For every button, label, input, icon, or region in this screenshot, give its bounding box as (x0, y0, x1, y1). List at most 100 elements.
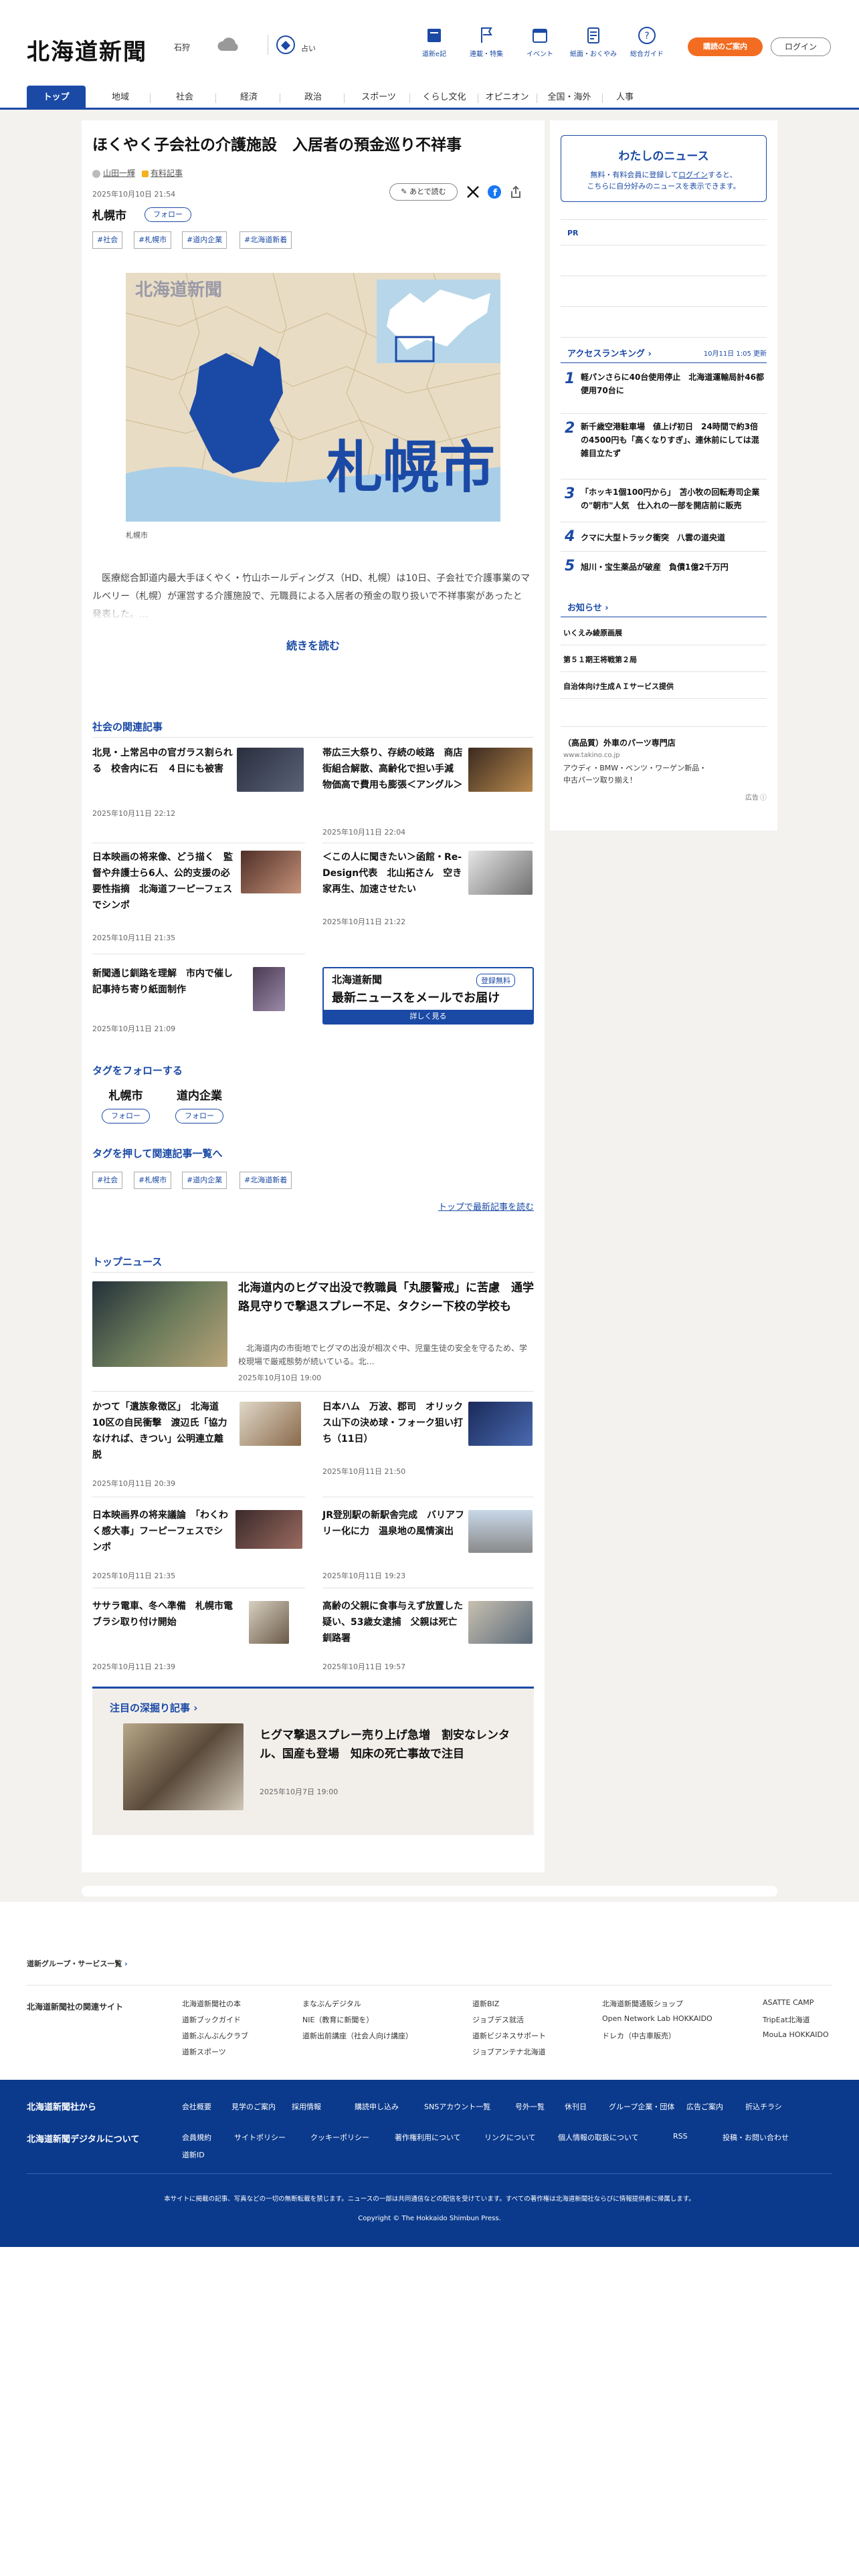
share-icon[interactable] (508, 185, 523, 199)
tag-link[interactable]: #北海道新着 (240, 1172, 292, 1189)
related-thumbnail[interactable] (468, 748, 533, 792)
follow-tag-label[interactable]: 道内企業 (167, 1086, 231, 1103)
related-site-link[interactable]: 道新出前講座（社会人向け講座） (302, 2030, 413, 2041)
footer-link[interactable]: 道新ID (182, 2149, 205, 2160)
related-thumbnail[interactable] (237, 748, 304, 792)
related-site-link[interactable]: 道新スポーツ (182, 2046, 226, 2057)
top-news-thumbnail[interactable] (240, 1402, 301, 1446)
nav-tab-politics[interactable]: 政治 (286, 86, 340, 110)
ranking-item[interactable]: 5 旭川・宝生薬品が破産 負債1億2千万円 (561, 556, 767, 580)
footer-link[interactable]: グループ企業・団体 (609, 2101, 674, 2112)
related-thumbnail[interactable] (468, 851, 533, 895)
nav-enews[interactable]: 道新e記 (409, 25, 459, 58)
related-site-link[interactable]: TripEat北海道 (763, 2014, 810, 2025)
nav-tab-economy[interactable]: 経済 (222, 86, 276, 110)
related-site-link[interactable]: 道新ブックガイド (182, 2014, 241, 2025)
nav-tab-personnel[interactable]: 人事 (605, 86, 645, 110)
login-button[interactable]: ログイン (771, 37, 831, 56)
deep-dive-heading[interactable]: 注目の深掘り記事 › (110, 1701, 197, 1715)
related-site-link[interactable]: 道新ぶんぶんクラブ (182, 2030, 248, 2041)
notice-item[interactable]: いくえみ綾原画展 (563, 627, 622, 638)
notice-heading[interactable]: お知らせ › (567, 601, 609, 613)
paid-article-link[interactable]: 有料記事 (151, 169, 183, 178)
related-site-link[interactable]: ASATTE CAMP (763, 1998, 814, 2007)
x-share-icon[interactable] (466, 185, 480, 199)
related-site-link[interactable]: Open Network Lab HOKKAIDO (602, 2014, 712, 2023)
top-news-thumbnail[interactable] (468, 1402, 533, 1446)
related-site-link[interactable]: 北海道新聞社の本 (182, 1998, 241, 2009)
related-site-link[interactable]: ドレカ（中古車販売） (602, 2030, 676, 2041)
mynews-login-link[interactable]: ログイン (678, 171, 708, 179)
top-news-thumbnail[interactable] (235, 1510, 302, 1549)
follow-button[interactable]: フォロー (145, 207, 191, 222)
footer-link[interactable]: 会員規約 (182, 2132, 211, 2143)
top-news-lead-image[interactable] (92, 1281, 227, 1367)
footer-link[interactable]: 採用情報 (292, 2101, 321, 2112)
ranking-item[interactable]: 4 クマに大型トラック衝突 八雲の道央道 (561, 527, 767, 551)
related-site-link[interactable]: まなぶんデジタル (302, 1998, 361, 2009)
related-site-link[interactable]: MouLa HOKKAIDO (763, 2030, 829, 2039)
top-news-lead[interactable]: 北海道内のヒグマ出没で教職員「丸腰警戒」に苦慮 通学路見守りで撃退スプレー不足、… (238, 1279, 534, 1382)
nav-tab-top[interactable]: トップ (27, 86, 86, 110)
article-image-map[interactable]: 北海道新聞 札幌市 (125, 272, 501, 522)
footer-link[interactable]: 著作権利用について (395, 2132, 461, 2143)
related-site-link[interactable]: ジョブアンテナ北海道 (472, 2046, 546, 2057)
footer-link[interactable]: 広告ご案内 (686, 2101, 723, 2112)
email-news-banner[interactable]: 北海道新聞 登録無料 最新ニュースをメールでお届け 詳しく見る (322, 967, 534, 1025)
tag-link[interactable]: #道内企業 (182, 231, 227, 249)
tag-link[interactable]: #社会 (92, 1172, 123, 1189)
top-news-thumbnail[interactable] (468, 1601, 533, 1644)
ranking-item[interactable]: 2 新千歳空港駐車場 値上げ初日 24時間で約3倍の4500円も「高くなりすぎ」… (561, 419, 767, 475)
related-site-link[interactable]: 道新ビジネスサポート (472, 2030, 546, 2041)
related-site-link[interactable]: 北海道新聞通販ショップ (602, 1998, 683, 2009)
save-for-later-button[interactable]: ✎ あとで読む (389, 183, 458, 201)
deep-dive-image[interactable] (123, 1723, 244, 1810)
site-logo[interactable]: 北海道新聞 (27, 33, 147, 66)
footer-link[interactable]: 折込チラシ (745, 2101, 782, 2112)
subscribe-button[interactable]: 購読のご案内 (688, 37, 763, 56)
deep-dive-title[interactable]: ヒグマ撃退スプレー売り上げ急増 割安なレンタル、国産も登場 知床の死亡事故で注目 (260, 1726, 520, 1763)
footer-link[interactable]: SNSアカウント一覧 (424, 2101, 490, 2112)
nav-tab-culture[interactable]: くらし文化 (412, 86, 476, 110)
footer-link[interactable]: 見学のご案内 (231, 2101, 276, 2112)
nav-events[interactable]: イベント (515, 25, 565, 58)
top-latest-link[interactable]: トップで最新記事を読む (438, 1200, 534, 1212)
follow-tag-label[interactable]: 札幌市 (99, 1086, 153, 1103)
tag-link[interactable]: #道内企業 (182, 1172, 227, 1189)
facebook-share-icon[interactable]: f (487, 185, 502, 199)
tag-link[interactable]: #札幌市 (134, 1172, 172, 1189)
weather-location[interactable]: 石狩 (174, 41, 190, 53)
top-news-thumbnail[interactable] (468, 1510, 533, 1553)
footer-link[interactable]: 投稿・お問い合わせ (723, 2132, 789, 2143)
nav-series[interactable]: 連載・特集 (462, 25, 511, 58)
related-site-link[interactable]: 道新BIZ (472, 1998, 499, 2009)
fortune-icon[interactable] (276, 35, 296, 55)
nav-tab-region[interactable]: 地域 (94, 86, 147, 110)
footer-link[interactable]: 号外一覧 (515, 2101, 545, 2112)
top-news-thumbnail[interactable] (249, 1601, 289, 1644)
read-more-link[interactable]: 続きを読む (82, 637, 545, 653)
notice-item[interactable]: 第５１期王将戦第２局 (563, 654, 637, 665)
ranking-item[interactable]: 1 軽パンさらに40台使用停止 北海道運輸局計46都便用70台に (561, 369, 767, 411)
follow-tag-button[interactable]: フォロー (102, 1109, 150, 1123)
sidebar-ad[interactable]: （高品質）外車のパーツ専門店 www.takino.co.jp アウディ・BMW… (561, 737, 767, 811)
nav-tab-sports[interactable]: スポーツ (351, 86, 407, 110)
footer-link[interactable]: 個人情報の取扱について (558, 2132, 639, 2143)
notice-item[interactable]: 自治体向け生成ＡＩサービス提供 (563, 681, 674, 691)
tag-link[interactable]: #社会 (92, 231, 123, 249)
location-tag[interactable]: 札幌市 (92, 206, 126, 223)
nav-paper[interactable]: 紙面・おくやみ (569, 25, 618, 58)
footer-link[interactable]: 休刊日 (565, 2101, 587, 2112)
tag-link[interactable]: #北海道新着 (240, 231, 292, 249)
group-services-link[interactable]: 道新グループ・サービス一覧 › (27, 1958, 128, 1969)
footer-link[interactable]: RSS (673, 2132, 688, 2141)
footer-link[interactable]: クッキーポリシー (310, 2132, 369, 2143)
footer-link[interactable]: 購読申し込み (355, 2101, 399, 2112)
tag-link[interactable]: #札幌市 (134, 231, 172, 249)
related-thumbnail[interactable] (241, 851, 301, 893)
nav-guide[interactable]: ? 総合ガイド (622, 25, 672, 58)
footer-link[interactable]: リンクについて (484, 2132, 536, 2143)
follow-tag-button[interactable]: フォロー (175, 1109, 223, 1123)
nav-tab-national[interactable]: 全国・海外 (539, 86, 599, 110)
related-site-link[interactable]: ジョブデス就活 (472, 2014, 524, 2025)
